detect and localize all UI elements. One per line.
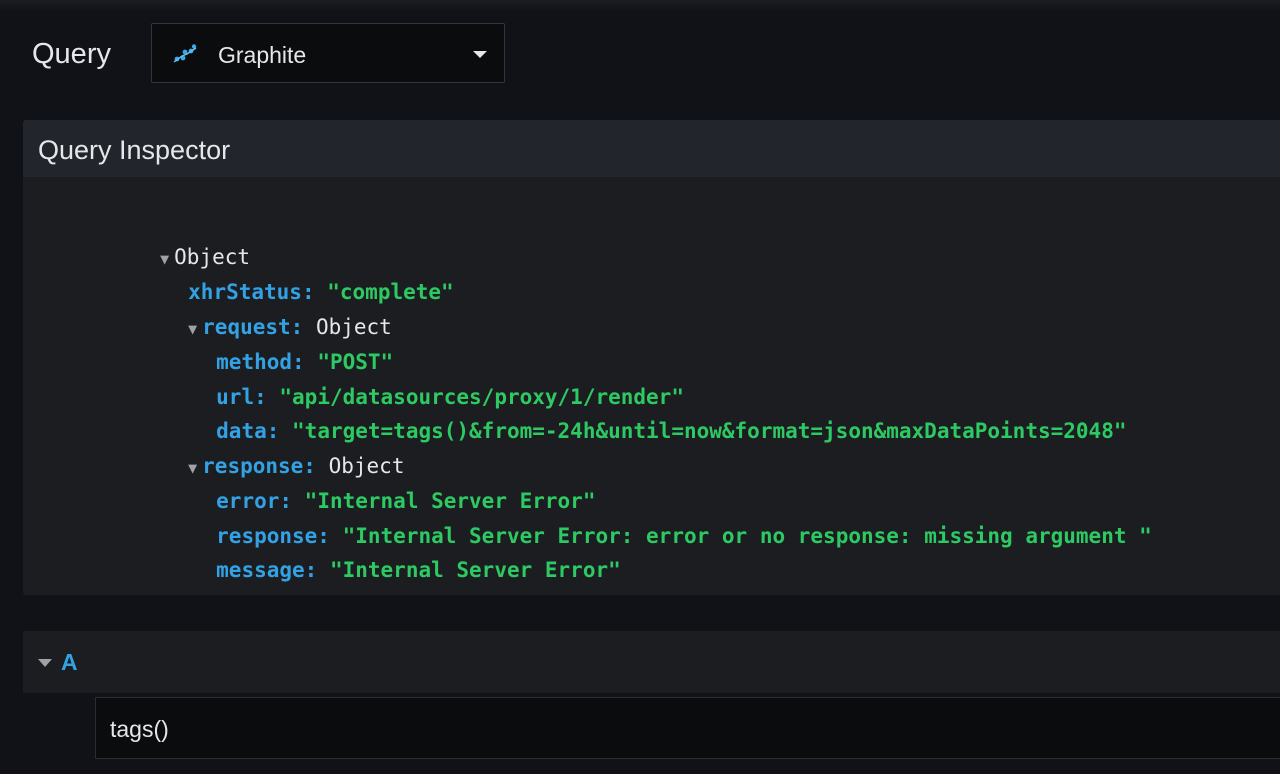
tree-node-message: message: "Internal Server Error" [115,525,621,582]
tree-node-data: data: "target=tags()&from=-24h&until=now… [115,386,1126,443]
tree-node-xhrstatus: xhrStatus: "complete" [87,247,454,304]
query-inspector-title: Query Inspector [38,135,231,165]
top-shadow [0,0,1280,12]
query-editor-page: Query Graphite Query Inspector ▼ Object x… [0,0,1280,774]
tree-node-response-text: response: "Internal Server Error: error … [115,491,1152,548]
chevron-down-icon [473,51,487,58]
tree-node-error: error: "Internal Server Error" [115,456,595,513]
tree-value: "Internal Server Error" [329,558,621,582]
tree-node-response[interactable]: ▼ response: Object [87,421,404,478]
query-ref-id: A [61,649,78,675]
tree-key: message: [216,558,318,582]
tree-node-root[interactable]: ▼ Object [59,212,250,269]
tree-node-method: method: "POST" [115,317,393,374]
tree-node-request[interactable]: ▼ request: Object [87,282,392,339]
query-text: tags() [110,716,169,742]
query-inspector-header: Query Inspector [23,120,1280,177]
tree-value: "target=tags()&from=-24h&until=now&forma… [292,419,1127,443]
collapse-caret-icon[interactable] [38,659,52,667]
query-text-input[interactable]: tags() [95,697,1280,759]
datasource-name: Graphite [218,42,307,68]
graphite-logo-icon [173,44,197,63]
query-section-label: Query [32,38,111,70]
tree-node-url: url: "api/datasources/proxy/1/render" [115,352,684,409]
query-inspector-panel: Query Inspector ▼ Object xhrStatus: "comp… [23,120,1280,595]
datasource-picker[interactable]: Graphite [151,23,505,83]
query-row-header[interactable]: A [23,631,1280,693]
